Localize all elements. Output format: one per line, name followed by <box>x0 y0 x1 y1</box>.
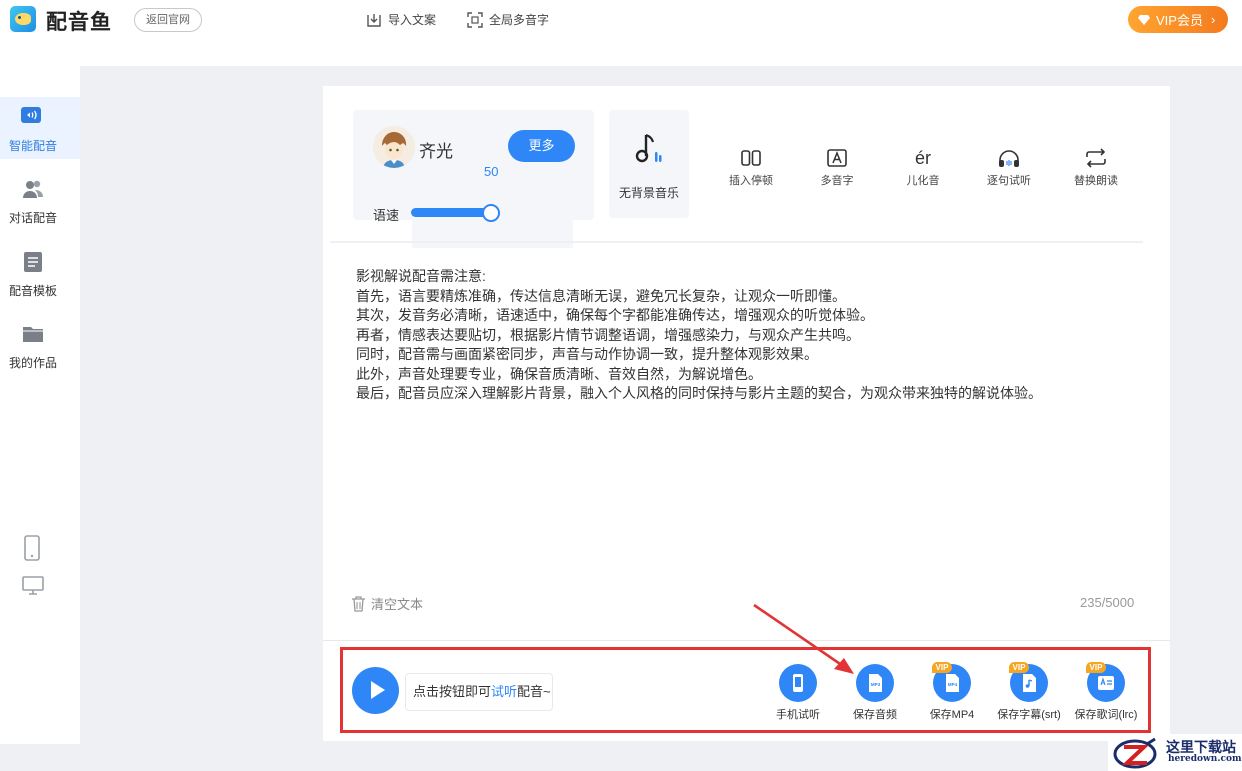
script-text-area[interactable]: 影视解说配音需注意: 首先，语言要精炼准确，传达信息清晰无误，避免冗长复杂，让观… <box>356 267 1136 404</box>
script-line: 此外，声音处理要专业，确保音质清晰、音效自然，为解说增色。 <box>356 365 762 382</box>
speaker-icon <box>21 107 41 123</box>
sidebar-item-label: 智能配音 <box>8 139 57 153</box>
erhua-icon: ér <box>914 147 931 168</box>
users-icon <box>23 180 43 198</box>
mp4-icon: MP4 <box>946 674 959 692</box>
vip-tag: VIP <box>1086 662 1106 673</box>
subtitle-icon <box>1023 674 1036 692</box>
bottom-strip <box>0 744 1242 771</box>
speed-label: 语速 <box>373 208 400 223</box>
script-line: 其次，发音务必清晰，语速适中，确保每个字都能准确传达，增强观众的听觉体验。 <box>356 307 874 323</box>
voice-name: 齐光 <box>419 142 453 161</box>
replace-reading-button[interactable]: 替换朗读 <box>1061 146 1131 188</box>
tool-label: 多音字 <box>820 175 854 187</box>
save-subtitle-button[interactable]: VIP 保存字幕(srt) <box>989 662 1069 722</box>
clear-text-button[interactable]: 清空文本 <box>351 594 423 613</box>
folder-icon <box>23 327 43 342</box>
app-name: 配音鱼 <box>46 11 112 34</box>
tool-label: 儿化音 <box>906 175 940 187</box>
save-mp4-button[interactable]: MP4 VIP 保存MP4 <box>912 662 992 722</box>
watermark-logo <box>1113 737 1157 769</box>
watermark-url: heredown.com <box>1168 754 1242 764</box>
music-note-icon <box>635 133 662 163</box>
diamond-icon <box>1138 14 1150 25</box>
sidebar-item-smart-dubbing[interactable]: 智能配音 <box>0 97 80 159</box>
chevron-right-icon: › <box>1210 12 1216 27</box>
polyphone-icon <box>827 149 847 167</box>
trash-icon <box>352 595 365 612</box>
polyphone-button[interactable]: 多音字 <box>802 146 872 188</box>
insert-pause-button[interactable]: 插入停顿 <box>716 146 786 188</box>
sidebar-item-my-works[interactable]: 我的作品 <box>0 314 80 376</box>
speed-value: 50 <box>484 164 499 179</box>
mp3-label: MP3 <box>871 682 881 687</box>
speed-slider-track[interactable] <box>411 208 491 217</box>
action-bar-divider <box>323 640 1170 641</box>
lyrics-icon <box>1098 676 1114 690</box>
hint-suffix: 配音~ <box>517 684 551 699</box>
background-music-label: 无背景音乐 <box>618 186 679 200</box>
voice-avatar[interactable] <box>373 126 415 168</box>
hint-prefix: 点击按钮即可 <box>413 684 492 699</box>
erhua-button[interactable]: ér 儿化音 <box>888 146 958 188</box>
vip-tag: VIP <box>932 662 952 673</box>
global-polyphone-button[interactable]: 全局多音字 <box>467 11 549 28</box>
sidebar-item-label: 对话配音 <box>8 211 57 225</box>
save-lyrics-button[interactable]: VIP 保存歌词(lrc) <box>1066 662 1146 722</box>
sentence-preview-button[interactable]: 逐句试听 <box>974 146 1044 188</box>
scan-icon <box>467 11 483 28</box>
mp4-label: MP4 <box>948 682 958 687</box>
save-item-label: 保存MP4 <box>929 709 975 721</box>
avatar-illustration <box>373 126 415 168</box>
play-button[interactable] <box>352 667 399 714</box>
script-line: 影视解说配音需注意: <box>356 268 486 284</box>
save-item-label: 保存音频 <box>853 709 897 721</box>
watermark: 这里下载站 heredown.com <box>1108 734 1242 771</box>
app-logo-icon <box>10 6 36 32</box>
save-item-label: 保存字幕(srt) <box>997 709 1061 721</box>
more-voices-button[interactable]: 更多 <box>508 130 575 162</box>
tool-label: 逐句试听 <box>987 175 1031 187</box>
save-item-label: 手机试听 <box>776 709 820 721</box>
vip-tag: VIP <box>1009 662 1029 673</box>
headphones-icon <box>999 150 1019 167</box>
red-arrow-annotation <box>753 603 854 674</box>
script-line: 最后，配音员应深入理解影片背景，融入个人风格的同时保持与影片主题的契合，为观众带… <box>356 385 1042 401</box>
import-label: 导入文案 <box>388 13 437 27</box>
mp3-icon: MP3 <box>869 674 882 692</box>
sidebar-item-label: 配音模板 <box>8 284 57 298</box>
toolbar-divider <box>330 241 1143 243</box>
speed-popup-panel <box>412 220 573 248</box>
template-icon <box>24 252 42 272</box>
polyphone-label: 全局多音字 <box>489 13 550 27</box>
top-bar: 配音鱼 返回官网 导入文案 全局多音字 VIP会员 › <box>0 0 1242 40</box>
save-item-label: 保存歌词(lrc) <box>1074 709 1138 721</box>
script-line: 首先，语言要精炼准确，传达信息清晰无误，避免冗长复杂，让观众一听即懂。 <box>356 287 846 304</box>
vip-member-button[interactable]: VIP会员 › <box>1128 6 1228 33</box>
sidebar-item-label: 我的作品 <box>8 356 57 370</box>
replace-icon <box>1086 148 1106 168</box>
sidebar-item-templates[interactable]: 配音模板 <box>0 242 80 304</box>
desktop-icon[interactable] <box>22 576 44 596</box>
script-line: 再者，情感表达要贴切，根据影片情节调整语调，增强感染力，与观众产生共鸣。 <box>356 326 860 343</box>
background-music-button[interactable]: 无背景音乐 <box>609 110 689 218</box>
preview-hint: 点击按钮即可试听配音~ <box>405 673 553 711</box>
import-script-button[interactable]: 导入文案 <box>366 11 436 28</box>
speed-slider-handle[interactable] <box>482 204 500 222</box>
script-line: 同时，配音需与画面紧密同步，声音与动作协调一致，提升整体观影效果。 <box>356 346 818 362</box>
import-icon <box>367 13 381 27</box>
pause-insert-icon <box>741 150 761 166</box>
hint-highlight: 试听 <box>491 684 518 699</box>
mobile-icon[interactable] <box>22 535 42 561</box>
sidebar-item-dialogue-dubbing[interactable]: 对话配音 <box>0 169 80 231</box>
tool-label: 替换朗读 <box>1074 175 1118 187</box>
clear-text-label: 清空文本 <box>371 597 424 612</box>
character-counter: 235/5000 <box>1080 595 1135 610</box>
left-sidebar: 智能配音 对话配音 配音模板 我的作品 <box>0 66 80 744</box>
tool-label: 插入停顿 <box>729 175 773 187</box>
back-to-site-button[interactable]: 返回官网 <box>134 8 202 32</box>
vip-label: VIP会员 <box>1156 13 1203 28</box>
